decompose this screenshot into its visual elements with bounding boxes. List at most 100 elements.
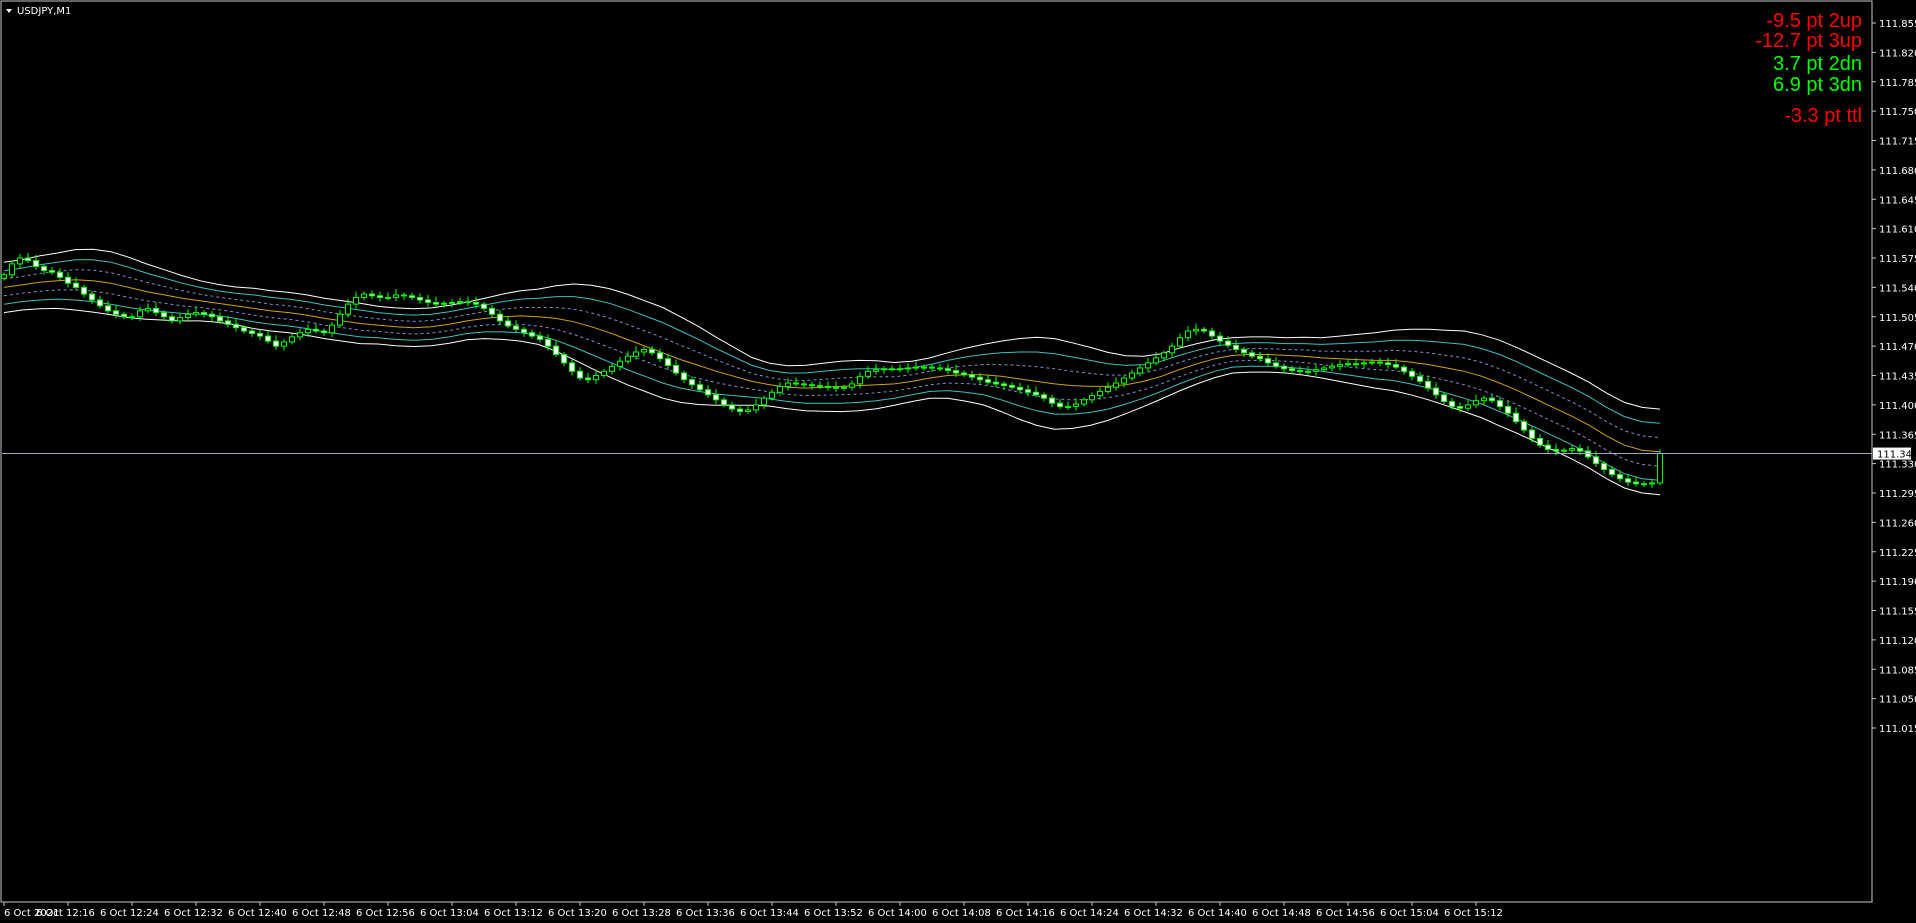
time-tick-label: 6 Oct 12:24 (100, 908, 159, 919)
candle-bear (1425, 380, 1431, 389)
candle-bull (1145, 362, 1151, 369)
candle-bear (1297, 369, 1303, 372)
candle-bear (537, 335, 543, 340)
price-tick-label: 111.645 (1879, 195, 1916, 206)
candle-bull (1105, 386, 1111, 392)
price-tick-label: 111.855 (1879, 19, 1916, 30)
candle-bear (1041, 394, 1047, 399)
candle-bear (1009, 385, 1015, 388)
price-chart[interactable]: USDJPY,M1 111.855 111.820 111.785 111.750 11… (0, 0, 1916, 923)
candle-bull (329, 324, 335, 334)
candle-bear (1409, 370, 1415, 377)
candle-bear (1377, 361, 1383, 364)
candle-bear (241, 327, 247, 332)
candle-bear (569, 362, 575, 372)
price-tick-label: 111.120 (1879, 636, 1916, 647)
price-tick-label: 111.540 (1879, 283, 1916, 294)
candle-bear (1217, 335, 1223, 342)
candle-bull (617, 360, 623, 367)
candle-bear (705, 389, 711, 396)
candle-bull (1097, 390, 1103, 397)
time-tick-label: 6 Oct 12:32 (164, 908, 223, 919)
candle-bear (1633, 481, 1639, 485)
candle-bull (1345, 363, 1351, 366)
candle-bear (1521, 421, 1527, 431)
time-tick-label: 6 Oct 14:08 (932, 908, 991, 919)
candle-bear (1497, 400, 1503, 408)
candle-bear (953, 369, 959, 374)
candle-bear (1233, 344, 1239, 350)
candle-bear (113, 310, 119, 315)
indicator-2up: -9.5 pt 2up (1766, 10, 1862, 32)
candle-bull (881, 368, 887, 371)
time-tick-label: 6 Oct 14:00 (868, 908, 927, 919)
candle-bear (1025, 389, 1031, 393)
candle-bull (865, 370, 871, 377)
candle-bear (697, 384, 703, 391)
candle-bull (1185, 330, 1191, 339)
candle-bear (225, 320, 231, 325)
candle-bull (745, 409, 751, 413)
candle-bear (681, 372, 687, 381)
price-tick-label: 111.575 (1879, 254, 1916, 265)
indicator-2dn: 3.7 pt 2dn (1773, 53, 1862, 75)
candle-bear (1281, 365, 1287, 370)
candle-bull (1113, 382, 1119, 388)
candle-bear (1529, 429, 1535, 439)
candle-bear (1249, 352, 1255, 357)
time-tick-label: 6 Oct 12:16 (36, 908, 95, 919)
candle-bull (609, 365, 615, 372)
candle-bull (345, 303, 351, 315)
candle-bull (305, 328, 311, 334)
candle-bull (17, 257, 23, 265)
candle-bear (969, 374, 975, 378)
candle-bull (1121, 377, 1127, 384)
time-tick-label: 6 Oct 14:24 (1060, 908, 1119, 919)
candle-bull (761, 397, 767, 406)
candle-bear (545, 338, 551, 347)
candle-bear (1241, 348, 1247, 354)
candle-bear (529, 332, 535, 337)
candle-bear (97, 299, 103, 307)
time-tick-label: 6 Oct 13:44 (740, 908, 799, 919)
candle-bear (713, 394, 719, 401)
candle-bear (481, 303, 487, 309)
candle-bear (1049, 397, 1055, 404)
price-tick-label: 111.610 (1879, 225, 1916, 236)
candle-bull (297, 332, 303, 338)
candle-bull (1329, 365, 1335, 369)
candle-bull (1153, 357, 1159, 364)
time-tick-label: 6 Oct 13:52 (804, 908, 863, 919)
candle-bear (1225, 340, 1231, 346)
candle-bull (1353, 363, 1359, 366)
candle-bear (801, 383, 807, 386)
candle-bull (1065, 406, 1071, 409)
candle-bull (1169, 345, 1175, 354)
candle-bull (1081, 399, 1087, 405)
price-tick-label: 111.750 (1879, 107, 1916, 118)
candle-bull (873, 369, 879, 372)
time-tick-label: 6 Oct 13:36 (676, 908, 735, 919)
price-tick-label: 111.470 (1879, 342, 1916, 353)
candle-bear (585, 377, 591, 381)
candle-bull (753, 404, 759, 411)
candle-bear (817, 385, 823, 388)
candle-bear (497, 313, 503, 322)
price-tick-label: 111.820 (1879, 48, 1916, 59)
candle-bull (849, 383, 855, 388)
candle-bear (265, 335, 271, 342)
candle-bear (233, 323, 239, 329)
candle-bear (657, 352, 663, 360)
candle-bull (337, 313, 343, 326)
candle-bear (1417, 375, 1423, 382)
candle-bull (1073, 403, 1079, 408)
candle-bear (377, 295, 383, 298)
candle-bear (1265, 358, 1271, 364)
time-tick-label: 6 Oct 14:32 (1124, 908, 1183, 919)
candle-bull (889, 368, 895, 371)
price-tick-label: 111.295 (1879, 489, 1916, 500)
time-tick-label: 6 Oct 15:04 (1380, 908, 1439, 919)
candle-bull (625, 355, 631, 362)
price-tick-label: 111.400 (1879, 401, 1916, 412)
candle-bull (1177, 337, 1183, 347)
